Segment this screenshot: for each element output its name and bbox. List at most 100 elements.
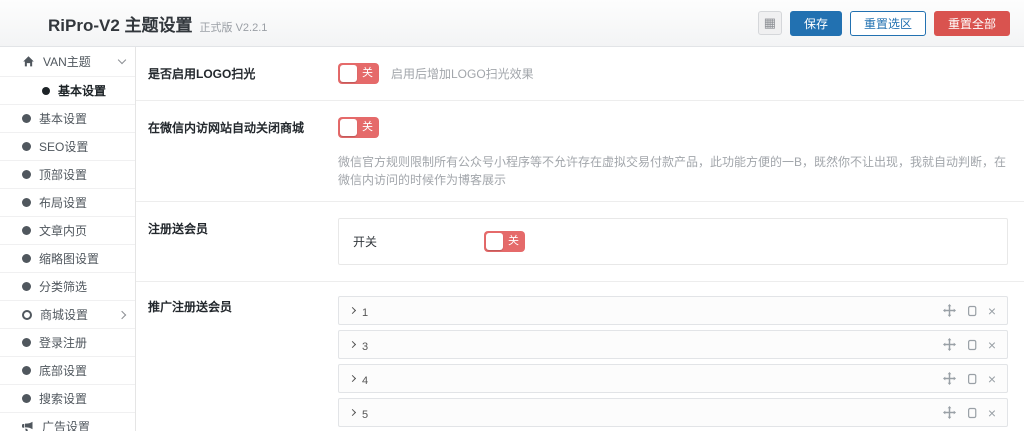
toggle-knob xyxy=(340,119,357,136)
switch-label: 开关 xyxy=(353,235,378,249)
delete-icon[interactable]: × xyxy=(988,338,996,352)
sidebar-item-layout-settings[interactable]: 布局设置 xyxy=(0,189,135,217)
settings-panel: 是否启用LOGO扫光 关 启用后增加LOGO扫光效果 在微信内访网站自动关闭商城… xyxy=(136,47,1024,431)
setting-control: 开关 关 xyxy=(338,218,1008,265)
home-icon xyxy=(23,56,34,67)
accordion-item-2[interactable]: 3 × xyxy=(338,330,1008,359)
toggle-off-label: 关 xyxy=(362,67,373,79)
page-title-text: RiPro-V2 主题设置 xyxy=(48,15,193,35)
sidebar-item-thumbnail-settings[interactable]: 缩略图设置 xyxy=(0,245,135,273)
page-body: VAN主题 基本设置 基本设置 SEO设置 顶部设置 布局设置 文章内页 缩略图… xyxy=(0,47,1024,431)
sidebar-item-top-settings[interactable]: 顶部设置 xyxy=(0,161,135,189)
bullet-icon xyxy=(22,142,31,151)
panel-grid-icon[interactable]: ▦ xyxy=(757,11,782,35)
sidebar-item-label: 基本设置 xyxy=(58,84,107,98)
delete-icon[interactable]: × xyxy=(988,372,996,386)
sidebar-item-footer-settings[interactable]: 底部设置 xyxy=(0,357,135,385)
theme-settings-page: RiPro-V2 主题设置 正式版 V2.2.1 ▦ 保存 重置选区 重置全部 … xyxy=(0,0,1024,431)
sidebar-item-label: VAN主题 xyxy=(43,55,91,69)
delete-icon[interactable]: × xyxy=(988,406,996,420)
clone-icon[interactable] xyxy=(966,305,978,317)
bullet-icon xyxy=(22,254,31,263)
clone-icon[interactable] xyxy=(966,373,978,385)
setting-control: 关 启用后增加LOGO扫光效果 xyxy=(338,63,1008,84)
version-badge: 正式版 V2.2.1 xyxy=(199,21,268,34)
sidebar-subitem-basic-settings-active[interactable]: 基本设置 xyxy=(0,77,135,105)
chevron-right-icon xyxy=(348,374,357,383)
sidebar-item-label: 商城设置 xyxy=(40,308,89,322)
accordion-item-1[interactable]: 1 × xyxy=(338,296,1008,325)
setting-control: 1 × 3 × 4 × 5 × xyxy=(338,296,1008,431)
clone-icon[interactable] xyxy=(966,339,978,351)
sidebar-item-login-register[interactable]: 登录注册 xyxy=(0,329,135,357)
megaphone-icon xyxy=(22,421,33,431)
sidebar-item-category-filter[interactable]: 分类筛选 xyxy=(0,273,135,301)
header-bar: RiPro-V2 主题设置 正式版 V2.2.1 ▦ 保存 重置选区 重置全部 xyxy=(0,0,1024,47)
sidebar-item-shop-settings[interactable]: 商城设置 xyxy=(0,301,135,329)
chevron-right-icon xyxy=(348,340,357,349)
wechat-close-shop-toggle[interactable]: 关 xyxy=(338,117,379,138)
setting-label: 推广注册送会员 xyxy=(148,300,233,314)
sidebar-item-basic-settings[interactable]: 基本设置 xyxy=(0,105,135,133)
sidebar-item-label: 缩略图设置 xyxy=(39,252,100,266)
accordion-item-title: 3 xyxy=(362,340,369,353)
sidebar-item-van-theme[interactable]: VAN主题 xyxy=(0,47,135,77)
setting-label: 是否启用LOGO扫光 xyxy=(148,67,256,81)
setting-row-wechat-close-shop: 在微信内访网站自动关闭商城 关 微信官方规则限制所有公众号小程序等不允许存在虚拟… xyxy=(136,101,1024,202)
setting-control: 关 微信官方规则限制所有公众号小程序等不允许存在虚拟交易付款产品，此功能方便的一… xyxy=(338,117,1008,189)
toggle-knob xyxy=(486,233,503,250)
bullet-icon xyxy=(22,170,31,179)
sidebar-item-article-page[interactable]: 文章内页 xyxy=(0,217,135,245)
setting-label: 在微信内访网站自动关闭商城 xyxy=(148,121,305,135)
bullet-icon xyxy=(22,198,31,207)
page-title: RiPro-V2 主题设置 正式版 V2.2.1 xyxy=(48,11,267,36)
ring-icon xyxy=(22,309,32,320)
bullet-icon xyxy=(22,282,31,291)
accordion-item-actions: × xyxy=(942,338,996,352)
sidebar-item-label: 分类筛选 xyxy=(39,280,88,294)
bullet-icon xyxy=(22,338,31,347)
move-icon[interactable] xyxy=(942,372,956,385)
accordion-item-actions: × xyxy=(942,406,996,420)
sidebar-item-seo-settings[interactable]: SEO设置 xyxy=(0,133,135,161)
sidebar-item-search-settings[interactable]: 搜索设置 xyxy=(0,385,135,413)
logo-shine-toggle[interactable]: 关 xyxy=(338,63,379,84)
chevron-right-icon xyxy=(348,408,357,417)
settings-sidebar: VAN主题 基本设置 基本设置 SEO设置 顶部设置 布局设置 文章内页 缩略图… xyxy=(0,47,136,431)
chevron-right-icon xyxy=(348,306,357,315)
toggle-knob xyxy=(340,65,357,82)
sidebar-item-ad-settings[interactable]: 广告设置 xyxy=(0,413,135,431)
bullet-icon xyxy=(22,394,31,403)
delete-icon[interactable]: × xyxy=(988,304,996,318)
accordion-item-title: 1 xyxy=(362,306,369,319)
reset-section-button[interactable]: 重置选区 xyxy=(849,10,926,36)
toggle-off-label: 关 xyxy=(508,235,519,247)
bullet-icon xyxy=(22,226,31,235)
toggle-off-label: 关 xyxy=(362,121,373,133)
move-icon[interactable] xyxy=(942,406,956,419)
header-actions: ▦ 保存 重置选区 重置全部 xyxy=(757,10,1010,36)
bullet-icon xyxy=(22,114,31,123)
sidebar-item-label: 顶部设置 xyxy=(39,168,88,182)
accordion-item-actions: × xyxy=(942,304,996,318)
setting-label: 注册送会员 xyxy=(148,222,209,236)
register-gift-toggle[interactable]: 关 xyxy=(484,231,525,252)
sidebar-item-label: 登录注册 xyxy=(39,336,88,350)
accordion-item-4[interactable]: 5 × xyxy=(338,398,1008,427)
clone-icon[interactable] xyxy=(966,407,978,419)
setting-description: 启用后增加LOGO扫光效果 xyxy=(391,66,534,81)
move-icon[interactable] xyxy=(942,338,956,351)
sidebar-item-label: 搜索设置 xyxy=(39,392,88,406)
setting-row-promo-register-gift: 推广注册送会员 1 × 3 × 4 × 5 × xyxy=(136,282,1024,431)
chevron-right-icon xyxy=(117,310,127,319)
reset-all-button[interactable]: 重置全部 xyxy=(933,10,1010,36)
move-icon[interactable] xyxy=(942,304,956,317)
bullet-icon xyxy=(22,366,31,375)
setting-row-register-gift-vip: 注册送会员 开关 关 xyxy=(136,202,1024,282)
sidebar-item-label: 布局设置 xyxy=(39,196,88,210)
save-button[interactable]: 保存 xyxy=(789,10,842,36)
register-gift-fieldset: 开关 关 xyxy=(338,218,1008,265)
setting-description: 微信官方规则限制所有公众号小程序等不允许存在虚拟交易付款产品，此功能方便的一B，… xyxy=(338,155,1007,187)
sidebar-item-label: 广告设置 xyxy=(42,420,91,431)
accordion-item-3[interactable]: 4 × xyxy=(338,364,1008,393)
